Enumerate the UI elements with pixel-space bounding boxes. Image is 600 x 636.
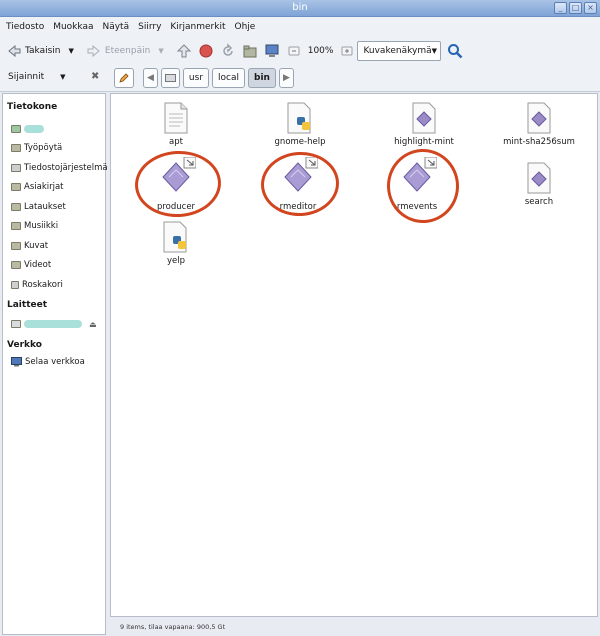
folder-icon	[11, 183, 21, 192]
menu-view[interactable]: Näytä	[102, 22, 129, 32]
sidebar-item-filesystem[interactable]: Tiedostojärjestelmä	[3, 158, 108, 178]
sidebar-item-device[interactable]: ⏏	[3, 315, 105, 335]
back-button[interactable]: Takaisin	[6, 43, 61, 59]
zoom-in-icon[interactable]	[339, 43, 355, 59]
forward-history-dropdown[interactable]: ▼	[158, 47, 163, 55]
executable-icon	[527, 162, 551, 194]
close-sidebar-icon[interactable]: ✖	[91, 71, 99, 82]
sidebar-item-downloads[interactable]: Lataukset	[3, 197, 105, 217]
window-title: bin	[292, 2, 308, 13]
breadcrumb-scroll-left[interactable]: ◀	[143, 68, 158, 88]
file-name: yelp	[166, 256, 186, 266]
sidebar-item-desktop[interactable]: Työpöytä	[3, 139, 105, 159]
redacted-device-name	[24, 320, 82, 329]
menu-go[interactable]: Siirry	[138, 22, 161, 32]
python-script-icon	[287, 102, 311, 134]
places-selector[interactable]: Sijainnit ▼	[8, 72, 66, 82]
menu-bookmarks[interactable]: Kirjanmerkit	[170, 22, 225, 32]
folder-icon	[11, 261, 21, 270]
network-icon	[11, 356, 22, 367]
sidebar-item-music[interactable]: Musiikki	[3, 217, 105, 237]
sidebar-item-pictures[interactable]: Kuvat	[3, 236, 105, 256]
file-view: apt gnome-help highlight-mint mint-sha25…	[110, 93, 598, 617]
breadcrumb-usr[interactable]: usr	[182, 68, 210, 88]
status-bar: 9 items, tilaa vapaana: 900,5 Gt	[120, 623, 226, 631]
title-bar: bin _ □ ×	[0, 0, 600, 17]
file-name: highlight-mint	[394, 137, 454, 147]
breadcrumb-local[interactable]: local	[212, 68, 245, 88]
file-item[interactable]: mint-sha256sum	[489, 102, 589, 147]
location-bar: Sijainnit ▼ ✖ ◀ usr local bin ▶	[0, 65, 600, 92]
folder-icon	[11, 144, 21, 153]
file-item[interactable]: apt	[126, 102, 226, 147]
menu-edit[interactable]: Muokkaa	[53, 22, 93, 32]
sidebar-section-computer: Tietokone	[7, 102, 58, 112]
close-button[interactable]: ×	[584, 2, 597, 14]
minimize-button[interactable]: _	[554, 2, 567, 14]
chevron-down-icon: ▼	[431, 47, 437, 55]
back-label: Takaisin	[25, 46, 61, 56]
drive-icon	[11, 320, 21, 329]
places-label: Sijainnit	[8, 72, 45, 82]
folder-icon	[11, 241, 21, 250]
file-name: gnome-help	[274, 137, 326, 147]
up-arrow-icon[interactable]	[176, 43, 192, 59]
text-file-icon	[164, 102, 188, 134]
breadcrumb: ◀ usr local bin ▶	[143, 68, 294, 88]
maximize-button[interactable]: □	[569, 2, 582, 14]
eject-icon[interactable]: ⏏	[89, 320, 97, 329]
file-item[interactable]: gnome-help	[250, 102, 350, 147]
back-history-dropdown[interactable]: ▼	[69, 47, 74, 55]
file-item[interactable]: highlight-mint	[374, 102, 474, 147]
menu-help[interactable]: Ohje	[234, 22, 255, 32]
sidebar-section-devices: Laitteet	[7, 299, 48, 310]
zoom-out-icon[interactable]	[286, 43, 302, 59]
redacted-username	[24, 124, 44, 133]
search-icon[interactable]	[447, 43, 463, 59]
home-folder-icon[interactable]	[242, 43, 258, 59]
executable-icon	[412, 102, 436, 134]
view-mode-select[interactable]: Kuvakenäkymä ▼	[357, 41, 442, 61]
pencil-icon	[119, 73, 129, 83]
reload-icon[interactable]	[220, 43, 236, 59]
stop-icon[interactable]	[198, 43, 214, 59]
executable-icon	[527, 102, 551, 134]
file-item[interactable]: search	[489, 162, 589, 207]
sidebar: Tietokone Työpöytä Tiedostojärjestelmä A…	[2, 93, 108, 635]
sidebar-item-trash[interactable]: Roskakori	[3, 275, 105, 295]
trash-icon	[11, 280, 19, 289]
back-arrow-icon	[8, 44, 21, 58]
breadcrumb-bin[interactable]: bin	[248, 68, 276, 88]
file-name: apt	[169, 137, 183, 147]
folder-icon	[11, 222, 21, 231]
drive-icon	[164, 74, 176, 82]
file-name: search	[524, 197, 554, 207]
file-item[interactable]: yelp	[126, 221, 226, 266]
edit-location-button[interactable]	[114, 68, 134, 88]
breadcrumb-root[interactable]	[160, 68, 180, 88]
view-mode-value: Kuvakenäkymä	[363, 46, 432, 56]
toolbar: Takaisin ▼ Eteenpäin ▼ 100% Kuvakenäkymä…	[0, 37, 600, 65]
sidebar-section-network: Verkko	[7, 340, 42, 350]
breadcrumb-scroll-right[interactable]: ▶	[278, 68, 294, 88]
python-script-icon	[163, 221, 187, 253]
menu-bar: Tiedosto Muokkaa Näytä Siirry Kirjanmerk…	[0, 17, 600, 37]
menu-file[interactable]: Tiedosto	[6, 22, 44, 32]
forward-arrow-icon	[87, 44, 100, 58]
forward-label: Eteenpäin	[104, 46, 151, 56]
home-folder-icon	[11, 124, 21, 133]
sidebar-item-home[interactable]	[3, 119, 105, 139]
sidebar-item-browse-network[interactable]: Selaa verkkoa	[3, 352, 105, 372]
sidebar-item-documents[interactable]: Asiakirjat	[3, 178, 105, 198]
drive-icon	[11, 163, 21, 172]
forward-button[interactable]: Eteenpäin	[86, 43, 150, 59]
computer-icon[interactable]	[264, 43, 280, 59]
sidebar-item-videos[interactable]: Videot	[3, 256, 105, 276]
file-name: mint-sha256sum	[503, 137, 575, 147]
zoom-level[interactable]: 100%	[308, 46, 334, 56]
folder-icon	[11, 202, 21, 211]
chevron-down-icon: ▼	[60, 73, 66, 81]
